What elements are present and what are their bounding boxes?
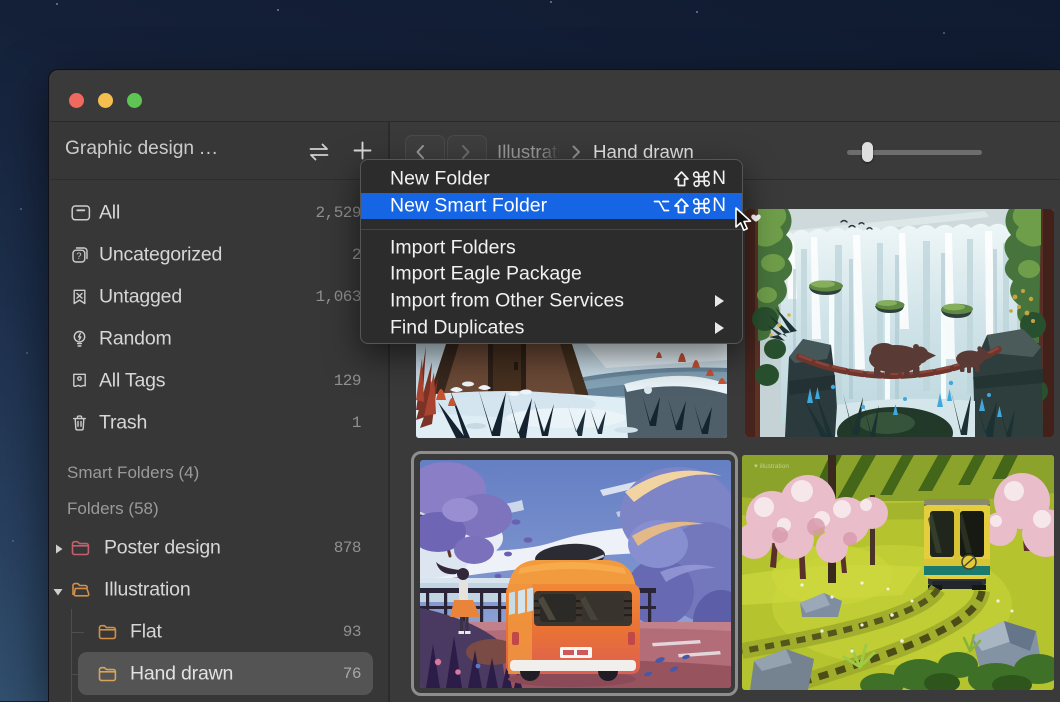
svg-text:?: ? [76, 251, 81, 262]
svg-text:♥ illustration: ♥ illustration [754, 463, 789, 470]
